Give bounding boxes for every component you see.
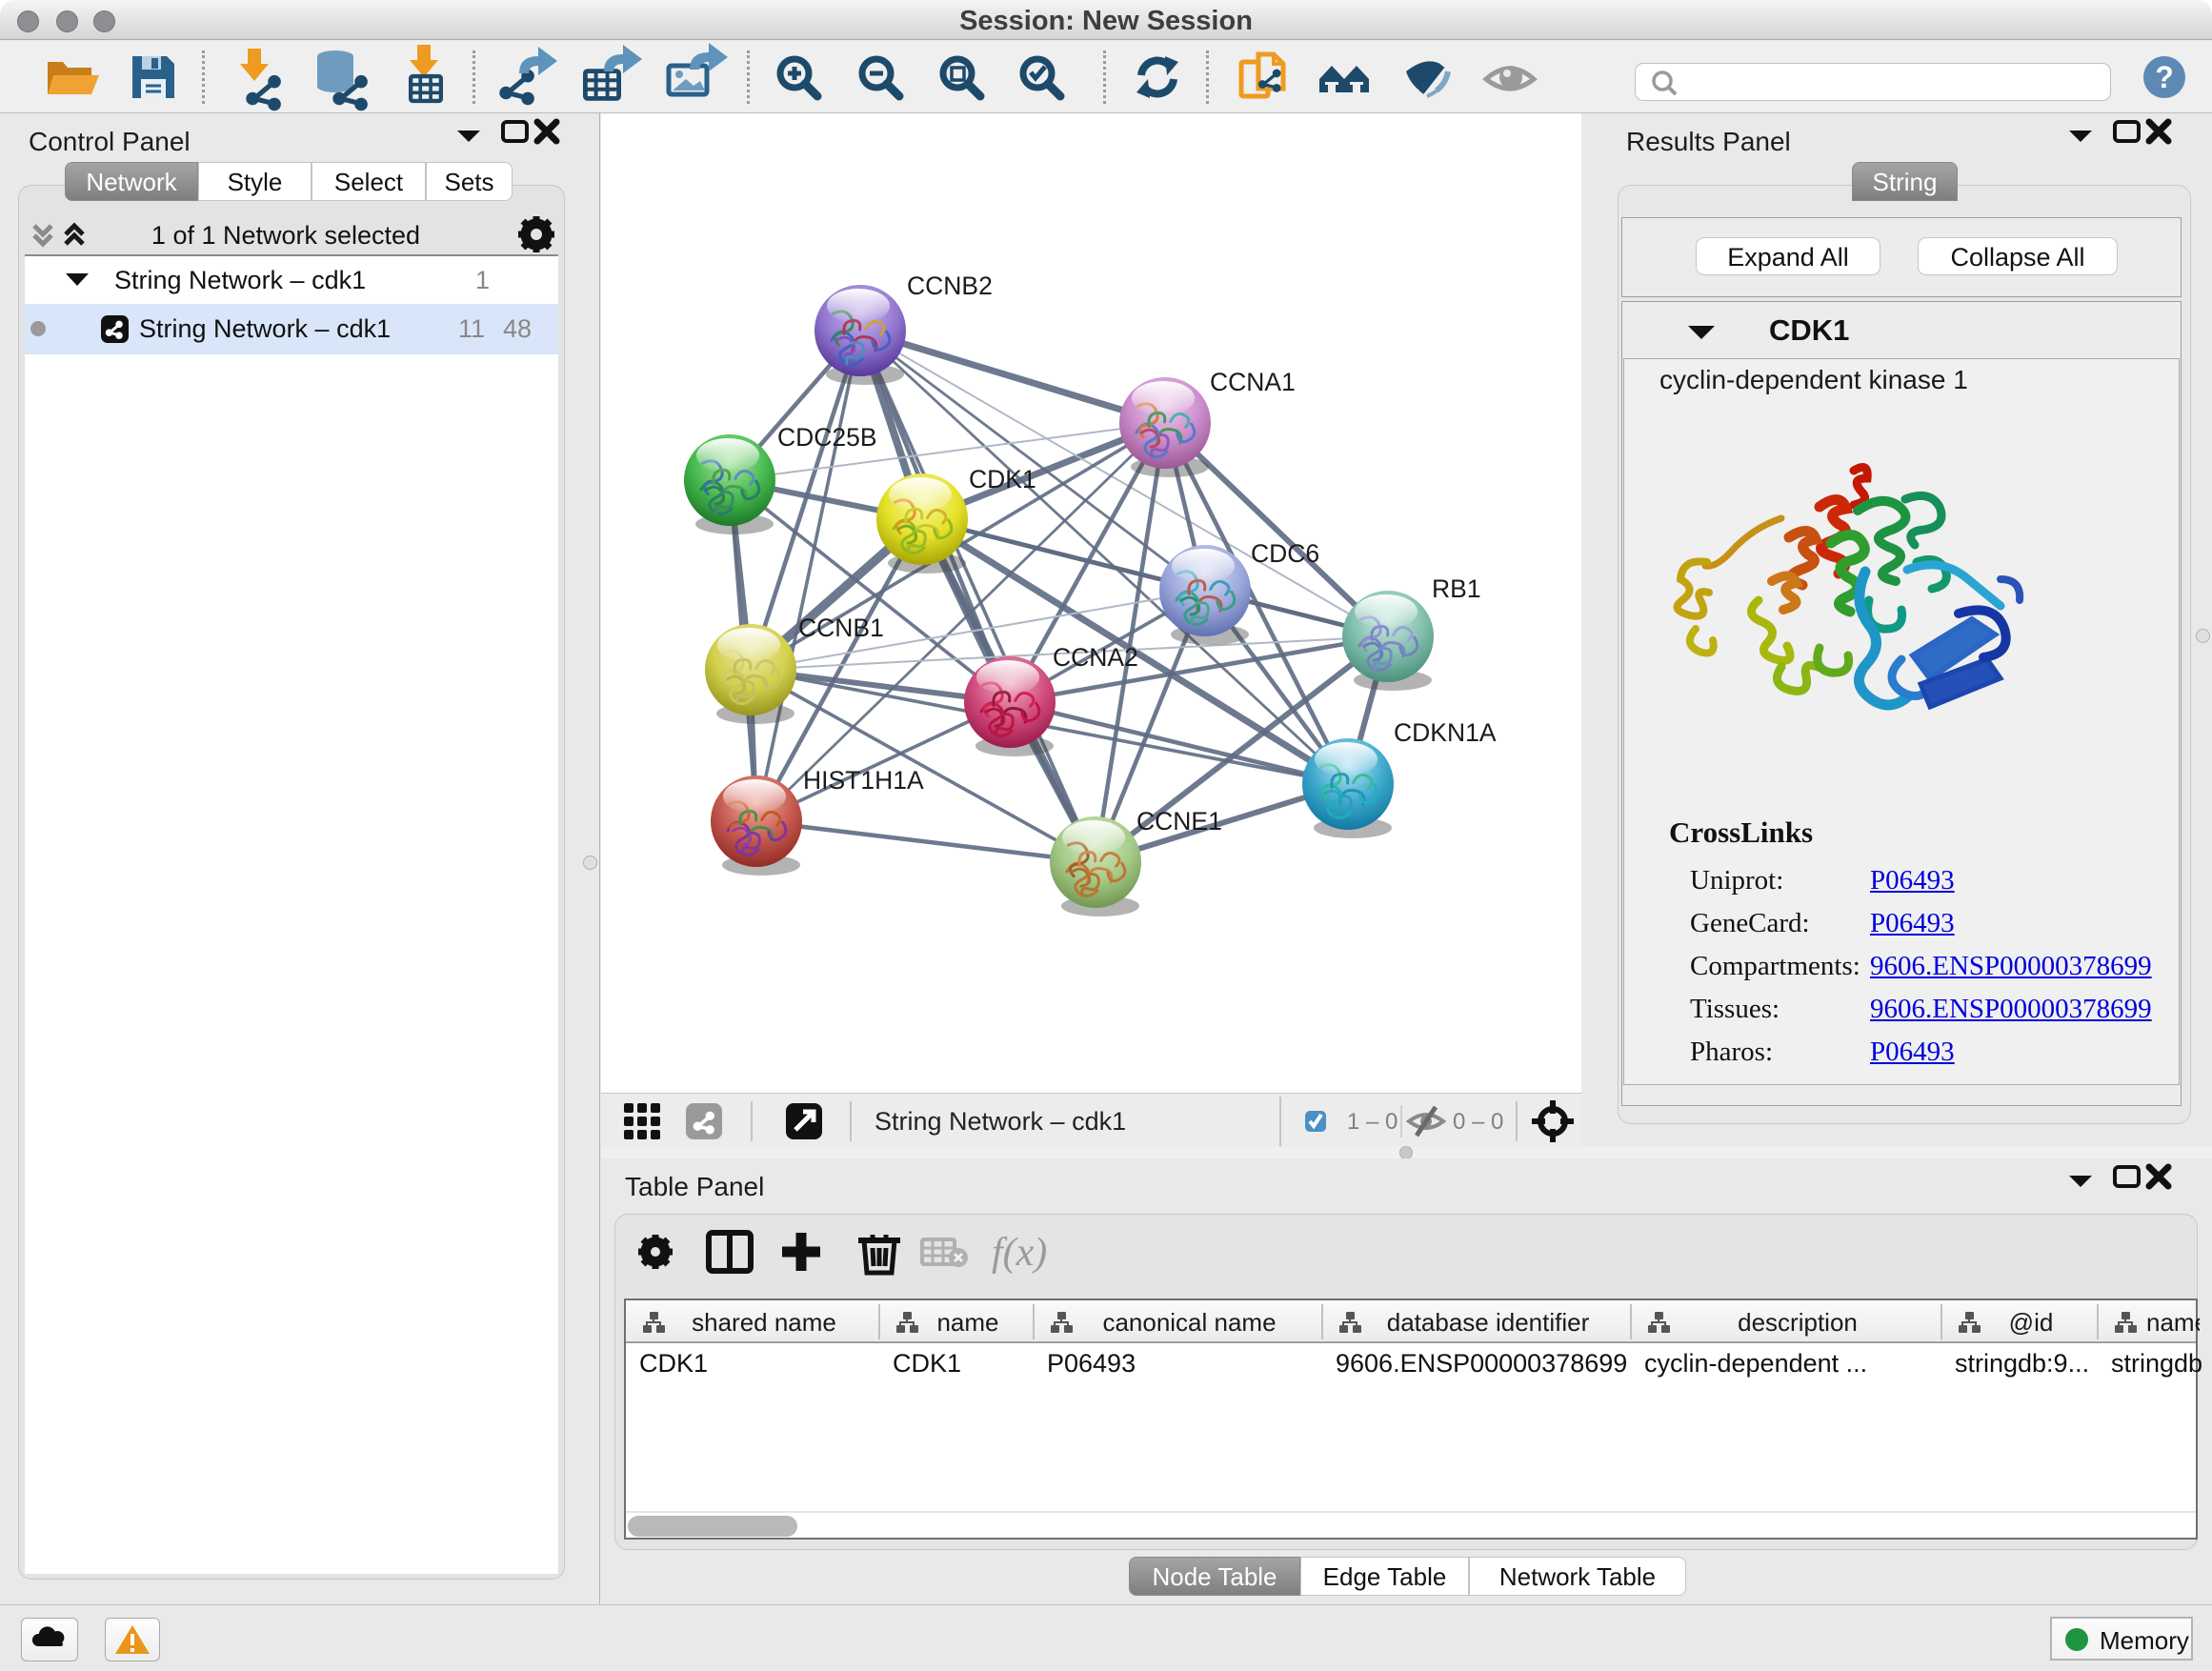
svg-text:0 – 0: 0 – 0 bbox=[1453, 1109, 1503, 1135]
svg-text:CCNA1: CCNA1 bbox=[1210, 368, 1296, 396]
svg-text:RB1: RB1 bbox=[1432, 574, 1481, 603]
svg-text:CCNA2: CCNA2 bbox=[1053, 643, 1138, 672]
svg-text:?: ? bbox=[2155, 60, 2174, 94]
svg-text:canonical name: canonical name bbox=[1102, 1308, 1276, 1337]
svg-text:f(x): f(x) bbox=[992, 1231, 1047, 1275]
svg-text:database identifier: database identifier bbox=[1387, 1308, 1590, 1337]
svg-text:CDC6: CDC6 bbox=[1251, 539, 1319, 568]
svg-text:1 of 1 Network selected: 1 of 1 Network selected bbox=[151, 221, 420, 250]
svg-text:CDK1: CDK1 bbox=[969, 465, 1036, 493]
svg-text:HIST1H1A: HIST1H1A bbox=[803, 766, 924, 795]
svg-text:CCNB2: CCNB2 bbox=[907, 272, 993, 300]
svg-text:1 – 0: 1 – 0 bbox=[1347, 1109, 1398, 1135]
svg-text:CDKN1A: CDKN1A bbox=[1394, 718, 1497, 747]
svg-text:CCNB1: CCNB1 bbox=[798, 614, 884, 642]
svg-text:description: description bbox=[1738, 1308, 1858, 1337]
svg-text:CCNE1: CCNE1 bbox=[1136, 807, 1222, 836]
svg-text:name: name bbox=[936, 1308, 998, 1337]
svg-text:shared name: shared name bbox=[692, 1308, 836, 1337]
svg-text:namespace: namespace bbox=[2146, 1308, 2200, 1337]
svg-text:String Network – cdk1: String Network – cdk1 bbox=[875, 1107, 1126, 1136]
svg-text:CDC25B: CDC25B bbox=[777, 423, 877, 452]
svg-text:@id: @id bbox=[2009, 1308, 2054, 1337]
